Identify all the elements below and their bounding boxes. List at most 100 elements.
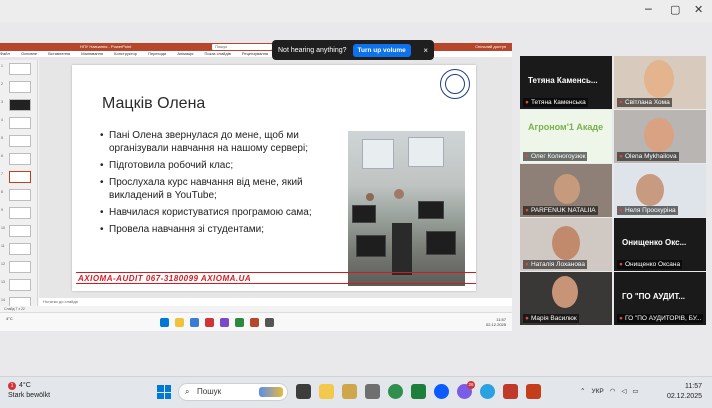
slide-thumbnail[interactable] — [9, 153, 31, 165]
bullet-item: Пані Олена звернулася до мене, щоб ми ор… — [100, 129, 336, 155]
battery-icon[interactable]: ▭ — [632, 387, 638, 395]
chrome-icon[interactable] — [388, 384, 403, 399]
taskbar-clock[interactable]: 11:57 02.12.2025 — [667, 382, 702, 402]
participant-tile[interactable]: ● Неля Проскуріна — [614, 164, 706, 217]
slide-thumbnail[interactable] — [9, 63, 31, 75]
windows-start-icon[interactable] — [157, 385, 171, 399]
slide-bullets: Пані Олена звернулася до мене, щоб ми ор… — [100, 129, 336, 240]
ribbon-tab[interactable]: Файл — [0, 51, 10, 56]
powerpoint-icon[interactable] — [526, 384, 541, 399]
participant-tile[interactable]: Онищенко Окс... ● Онищенко Оксана — [614, 218, 706, 271]
slide-thumbnail[interactable] — [9, 81, 31, 93]
language-indicator[interactable]: УКР — [591, 388, 603, 395]
participant-tile[interactable]: Агроном'1 Акаде ● Олег Колногоузюк — [520, 110, 612, 163]
app-icon — [265, 318, 274, 327]
speaker-icon[interactable]: ◁ — [621, 387, 626, 395]
slide-thumbnail[interactable] — [9, 225, 31, 237]
participant-tile[interactable]: ● Марія Василюк — [520, 272, 612, 325]
windows-taskbar: 1 4°C Stark bewölkt ⌕ Пошук 26 ⌃ УКР ◠ ◁ … — [0, 376, 712, 408]
zoom-icon[interactable] — [434, 384, 449, 399]
task-view-icon[interactable] — [296, 384, 311, 399]
ppt-share-button[interactable]: Спільний доступ — [475, 43, 506, 51]
mic-muted-icon: ● — [525, 207, 529, 214]
mic-muted-icon: ● — [525, 261, 529, 268]
bullet-item: Навчилася користуватися програмою сама; — [100, 206, 336, 219]
taskbar-search[interactable]: ⌕ Пошук — [178, 383, 288, 401]
excel-icon[interactable] — [411, 384, 426, 399]
footer-rule — [76, 283, 476, 284]
ribbon-tab[interactable]: Переходи — [148, 51, 166, 56]
participant-gallery: Тетяна Каменсь... ● Тетяна Каменська ● Сві… — [516, 56, 712, 325]
app-icon[interactable] — [365, 384, 380, 399]
viber-icon[interactable]: 26 — [457, 381, 475, 399]
chevron-up-icon[interactable]: ⌃ — [580, 387, 585, 395]
clock-time: 11:57 — [685, 383, 702, 390]
slide-thumbnail[interactable] — [9, 135, 31, 147]
participant-label: ● ГО "ПО АУДИТОРІВ, БУ... — [617, 314, 704, 323]
file-explorer-icon[interactable] — [319, 384, 334, 399]
folder-icon[interactable] — [342, 384, 357, 399]
ribbon-tab[interactable]: Анімація — [177, 51, 193, 56]
participant-label: ● Світлана Хома — [617, 98, 672, 107]
remote-taskbar-icons — [160, 318, 274, 327]
remote-weather: 4°C — [6, 316, 13, 321]
slide-thumbnail[interactable] — [9, 207, 31, 219]
ribbon-tab[interactable]: Показ слайдів — [205, 51, 231, 56]
mic-muted-icon: ● — [525, 315, 529, 322]
taskbar-apps: 26 — [296, 381, 541, 399]
ribbon-tab[interactable]: Вставлення — [48, 51, 70, 56]
participant-name-large: ГО "ПО АУДИТ... — [622, 292, 686, 301]
ribbon-tab[interactable]: Малювання — [81, 51, 103, 56]
slide-number: 4 — [1, 118, 3, 122]
minimize-icon[interactable]: ─ — [645, 3, 652, 16]
slide-number: 9 — [1, 208, 3, 212]
ribbon-tab[interactable]: Конструктор — [114, 51, 137, 56]
participant-tile[interactable]: ● Світлана Хома — [614, 56, 706, 109]
explorer-icon — [175, 318, 184, 327]
slide-thumbnail[interactable] — [9, 117, 31, 129]
participant-label: ● Неля Проскуріна — [617, 206, 678, 215]
turn-up-volume-button[interactable]: Turn up volume — [352, 43, 411, 57]
participant-label: ● Olena Mykhailova — [617, 152, 679, 161]
edge-icon — [190, 318, 199, 327]
slide-footer: AXIOMA-AUDIT 067-3180099 AXIOMA.UA — [78, 274, 252, 283]
system-tray: ⌃ УКР ◠ ◁ ▭ — [580, 387, 639, 396]
mic-muted-icon: ● — [619, 315, 623, 322]
weather-widget[interactable]: 1 4°C Stark bewölkt — [8, 381, 50, 401]
slide-thumbnail[interactable] — [9, 261, 31, 273]
participant-label: ● PARFENUK NATALIIA — [523, 206, 598, 215]
slide-thumbnail[interactable] — [9, 279, 31, 291]
toast-close-icon[interactable]: × — [423, 46, 428, 55]
slide-notes[interactable]: Нотатки до слайда — [39, 298, 512, 306]
mic-muted-icon: ● — [619, 153, 623, 160]
remote-date: 02.12.2025 — [485, 322, 506, 327]
weather-desc: Stark bewölkt — [8, 392, 51, 399]
slide-thumbnail[interactable] — [9, 189, 31, 201]
participant-tile[interactable]: Тетяна Каменсь... ● Тетяна Каменська — [520, 56, 612, 109]
telegram-icon[interactable] — [480, 384, 495, 399]
classroom-photo — [348, 131, 465, 286]
participant-tile[interactable]: ● PARFENUK NATALIIA — [520, 164, 612, 217]
slide-thumbnail-pane: 1 2 3 4 5 6 7 8 9 10 11 12 13 14 — [0, 60, 38, 315]
slide-number: 5 — [1, 136, 3, 140]
app-icon — [220, 318, 229, 327]
slide-title: Мацків Олена — [102, 95, 206, 112]
ribbon-tab[interactable]: Рецензування — [242, 51, 268, 56]
slide-thumbnail[interactable] — [9, 243, 31, 255]
close-icon[interactable]: ✕ — [694, 3, 703, 16]
slide-thumbnail[interactable] — [9, 99, 31, 111]
bullet-item: Підготовила робочий клас; — [100, 159, 336, 172]
windows-icon — [160, 318, 169, 327]
current-slide[interactable]: Мацків Олена Пані Олена звернулася до ме… — [72, 65, 476, 291]
ppt-window-title: НПУ Навчання - PowerPoint — [80, 44, 132, 49]
ribbon-tab[interactable]: Основне — [21, 51, 37, 56]
wifi-icon[interactable]: ◠ — [610, 387, 616, 395]
maximize-icon[interactable]: ▢ — [670, 3, 680, 16]
participant-tile[interactable]: ● Наталія Лоханова — [520, 218, 612, 271]
slide-number: 8 — [1, 190, 3, 194]
participant-tile[interactable]: ● Olena Mykhailova — [614, 110, 706, 163]
ppt-search-box[interactable]: Пошук — [212, 44, 272, 50]
pdf-icon[interactable] — [503, 384, 518, 399]
participant-tile[interactable]: ГО "ПО АУДИТ... ● ГО "ПО АУДИТОРІВ, БУ... — [614, 272, 706, 325]
slide-thumbnail-selected[interactable] — [9, 171, 31, 183]
